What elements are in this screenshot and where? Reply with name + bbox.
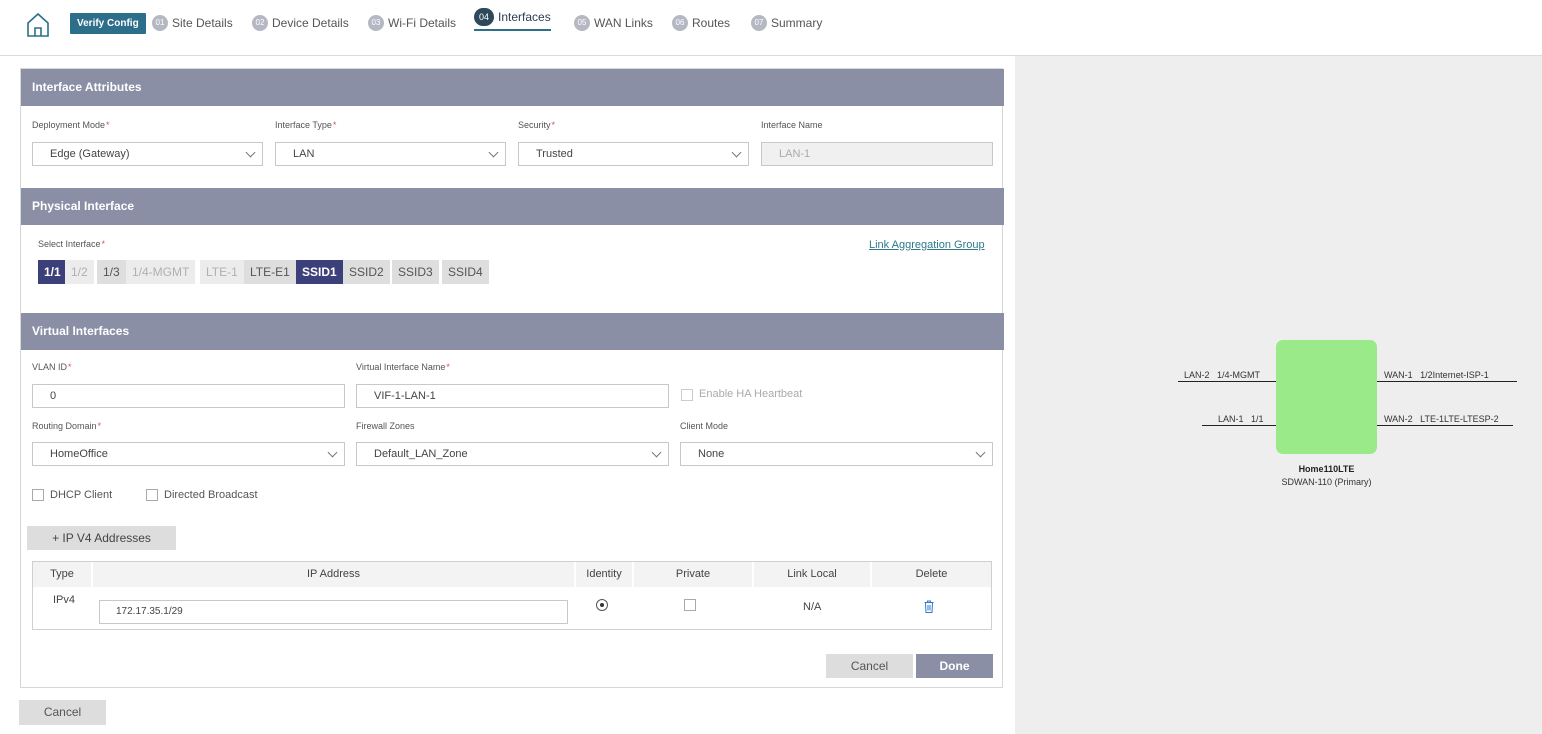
- device-model: SDWAN-110 (Primary): [1281, 477, 1372, 487]
- ha-heartbeat-checkbox[interactable]: [681, 389, 693, 401]
- chip-interface-1-3[interactable]: 1/3: [97, 260, 126, 284]
- port-line-wan2: [1377, 425, 1513, 426]
- chip-interface-ssid2[interactable]: SSID2: [343, 260, 390, 284]
- chevron-down-icon: [975, 447, 986, 458]
- port-line-lan2: [1178, 381, 1276, 382]
- vlan-id-input[interactable]: 0: [32, 384, 345, 408]
- vif-name-input[interactable]: VIF-1-LAN-1: [356, 384, 669, 408]
- interface-type-label: Interface Type*: [275, 120, 337, 130]
- chip-interface-ssid4[interactable]: SSID4: [442, 260, 489, 284]
- routing-domain-label: Routing Domain*: [32, 421, 102, 431]
- device-name: Home110LTE: [1298, 464, 1355, 474]
- step-summary[interactable]: 07 Summary: [751, 12, 822, 34]
- interface-form-panel: Interface Attributes Deployment Mode* Ed…: [20, 68, 1004, 688]
- col-link-local: Link Local: [754, 562, 872, 587]
- col-identity: Identity: [576, 562, 634, 587]
- chip-interface-ssid3[interactable]: SSID3: [392, 260, 439, 284]
- cancel-button[interactable]: Cancel: [826, 654, 913, 678]
- port-line-lan1: [1202, 425, 1276, 426]
- device-diagram: LAN-2 1/4-MGMT LAN-1 1/1 WAN-1 1/2Intern…: [1015, 56, 1542, 734]
- dhcp-client-label: DHCP Client: [50, 489, 113, 501]
- chip-interface-1-4-mgmt[interactable]: 1/4-MGMT: [126, 260, 196, 284]
- directed-broadcast-label: Directed Broadcast: [164, 489, 258, 501]
- interface-type-select[interactable]: LAN: [275, 142, 506, 166]
- footer-cancel-button[interactable]: Cancel: [19, 700, 106, 725]
- interface-name-input[interactable]: LAN-1: [761, 142, 993, 166]
- vlan-id-label: VLAN ID*: [32, 362, 72, 372]
- link-aggregation-group-link[interactable]: Link Aggregation Group: [869, 239, 985, 251]
- section-physical-interface: Physical Interface: [21, 188, 1004, 225]
- section-virtual-interfaces: Virtual Interfaces: [21, 313, 1004, 350]
- step-device-details[interactable]: 02 Device Details: [252, 12, 349, 34]
- routing-domain-select[interactable]: HomeOffice: [32, 442, 345, 466]
- step-site-details[interactable]: 01 Site Details: [152, 12, 233, 34]
- client-mode-select[interactable]: None: [680, 442, 993, 466]
- chip-interface-ssid1[interactable]: SSID1: [296, 260, 343, 284]
- step-interfaces[interactable]: 04 Interfaces: [474, 8, 551, 31]
- ip-address-table: Type IP Address Identity Private Link Lo…: [32, 561, 992, 630]
- section-interface-attributes: Interface Attributes: [21, 69, 1004, 106]
- trash-icon[interactable]: [924, 600, 934, 613]
- port-label-wan2: WAN-2 LTE-1LTE-LTESP-2: [1384, 414, 1499, 424]
- row-type: IPv4: [53, 594, 76, 606]
- identity-radio[interactable]: [596, 599, 608, 611]
- security-select[interactable]: Trusted: [518, 142, 749, 166]
- vif-name-label: Virtual Interface Name*: [356, 362, 450, 372]
- chevron-down-icon: [488, 147, 499, 158]
- chevron-down-icon: [731, 147, 742, 158]
- firewall-zones-select[interactable]: Default_LAN_Zone: [356, 442, 669, 466]
- col-ip-address: IP Address: [93, 562, 576, 587]
- wizard-nav: Verify Config 01 Site Details 02 Device …: [0, 0, 1542, 56]
- chip-interface-lte-e1[interactable]: LTE-E1: [244, 260, 296, 284]
- client-mode-label: Client Mode: [680, 421, 729, 431]
- home-icon[interactable]: [26, 12, 50, 38]
- port-line-wan1: [1377, 381, 1517, 382]
- step-wan-links[interactable]: 05 WAN Links: [574, 12, 653, 34]
- step-wifi-details[interactable]: 03 Wi-Fi Details: [368, 12, 456, 34]
- firewall-zones-label: Firewall Zones: [356, 421, 415, 431]
- add-ipv4-address-button[interactable]: + IP V4 Addresses: [27, 526, 176, 550]
- directed-broadcast-checkbox[interactable]: [146, 489, 158, 501]
- port-label-lan2: LAN-2 1/4-MGMT: [1184, 370, 1261, 380]
- dhcp-client-checkbox[interactable]: [32, 489, 44, 501]
- deployment-mode-label: Deployment Mode*: [32, 120, 110, 130]
- port-label-lan1: LAN-1 1/1: [1218, 414, 1264, 424]
- chip-interface-1-2[interactable]: 1/2: [65, 260, 94, 284]
- verify-config-button[interactable]: Verify Config: [70, 13, 146, 34]
- step-routes[interactable]: 06 Routes: [672, 12, 730, 34]
- chip-interface-1-1[interactable]: 1/1: [38, 260, 67, 284]
- deployment-mode-select[interactable]: Edge (Gateway): [32, 142, 263, 166]
- ip-address-input[interactable]: 172.17.35.1/29: [99, 600, 568, 624]
- chevron-down-icon: [651, 447, 662, 458]
- security-label: Security*: [518, 120, 556, 130]
- chip-interface-lte-1[interactable]: LTE-1: [200, 260, 244, 284]
- chevron-down-icon: [245, 147, 256, 158]
- col-delete: Delete: [872, 562, 991, 587]
- chevron-down-icon: [327, 447, 338, 458]
- col-private: Private: [634, 562, 754, 587]
- port-label-wan1: WAN-1 1/2Internet-ISP-1: [1384, 370, 1489, 380]
- device-box[interactable]: [1276, 340, 1377, 454]
- done-button[interactable]: Done: [916, 654, 993, 678]
- private-checkbox[interactable]: [684, 599, 696, 611]
- row-link-local: N/A: [803, 601, 822, 613]
- ha-heartbeat-label: Enable HA Heartbeat: [699, 388, 803, 400]
- col-type: Type: [33, 562, 93, 587]
- select-interface-label: Select Interface*: [38, 239, 106, 249]
- interface-name-label: Interface Name: [761, 120, 823, 130]
